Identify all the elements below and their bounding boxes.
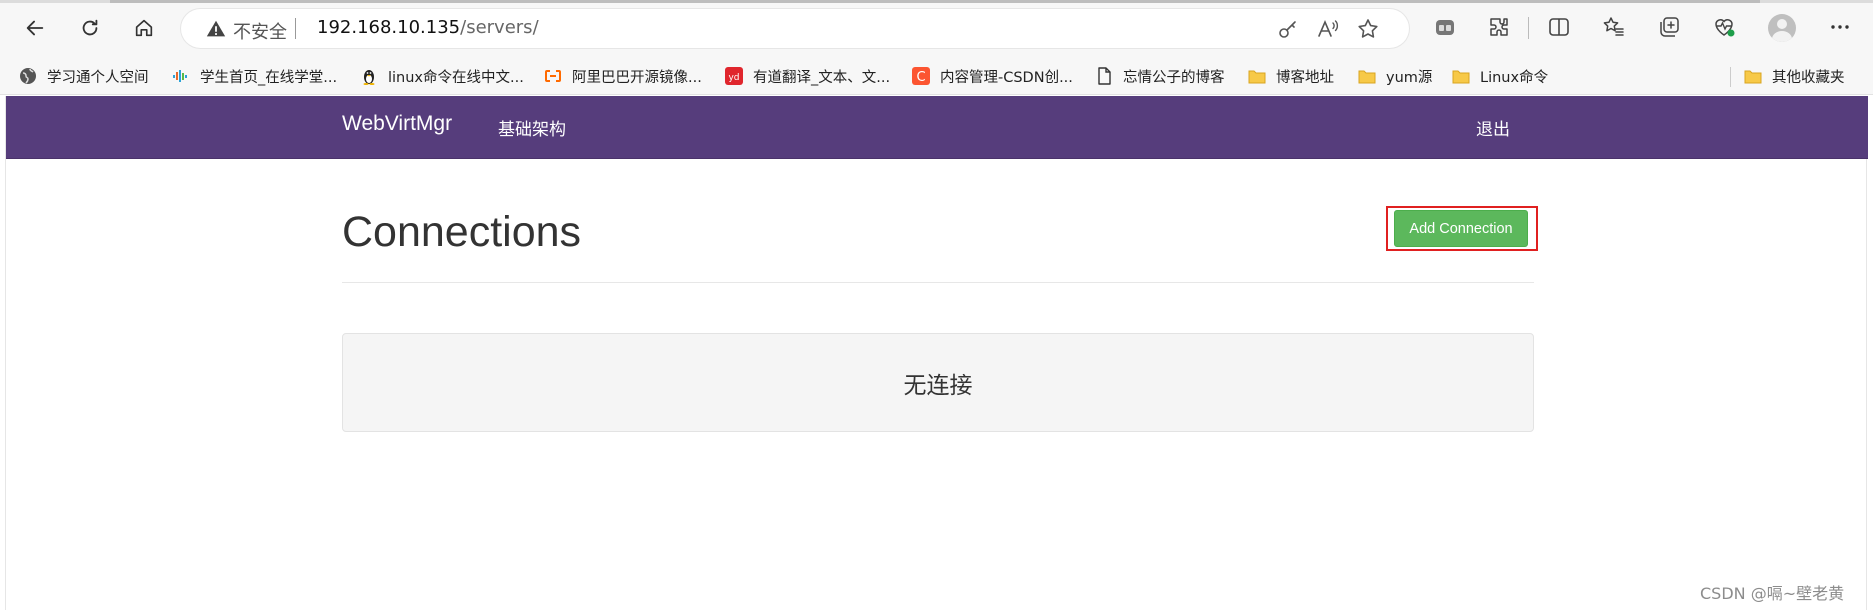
add-connection-button[interactable]: Add Connection	[1394, 210, 1528, 247]
bookmarks-bar: 学习通个人空间 学生首页_在线学堂... linux命令在线中文... 阿里巴巴…	[0, 57, 1873, 95]
bookmark-item[interactable]: C 内容管理-CSDN创...	[912, 64, 1073, 88]
toolbar-separator	[1528, 17, 1529, 39]
waveform-icon	[172, 67, 190, 85]
empty-state-panel: 无连接	[342, 333, 1534, 432]
bookmark-label: 学生首页_在线学堂...	[200, 69, 338, 86]
folder-icon	[1248, 67, 1266, 85]
logout-link[interactable]: 退出	[1476, 115, 1510, 140]
bookmark-label: yum源	[1386, 69, 1433, 86]
tab-actions-icon	[1436, 20, 1454, 35]
bookmark-label: linux命令在线中文...	[388, 69, 524, 86]
bookmark-item[interactable]: linux命令在线中文...	[360, 64, 524, 88]
warning-icon[interactable]	[205, 18, 227, 40]
home-button[interactable]	[129, 13, 159, 43]
favorite-star-icon[interactable]	[1356, 17, 1380, 41]
title-divider	[342, 282, 1534, 283]
empty-state-text: 无连接	[903, 372, 973, 399]
collections-button[interactable]	[1656, 14, 1682, 40]
collections-icon	[1660, 17, 1679, 37]
heart-pulse-icon	[1715, 19, 1735, 37]
back-arrow-icon	[26, 20, 44, 36]
puzzle-icon	[1490, 18, 1508, 36]
security-label[interactable]: 不安全	[233, 18, 287, 44]
bookmark-label: 内容管理-CSDN创...	[940, 69, 1073, 86]
bookmark-folder[interactable]: 博客地址	[1248, 64, 1334, 88]
folder-icon	[1452, 67, 1470, 85]
page-icon	[1095, 67, 1113, 85]
browser-toolbar: 不安全 192.168.10.135/servers/	[0, 0, 1873, 57]
folder-icon	[1358, 67, 1376, 85]
csdn-icon: C	[912, 67, 930, 85]
tab-strip	[0, 0, 1873, 3]
bookmark-label: 博客地址	[1276, 69, 1334, 86]
bookmarks-separator	[1730, 67, 1731, 87]
svg-text:yd: yd	[728, 73, 739, 83]
watermark: CSDN @嗝~壁老黄	[1700, 584, 1845, 603]
reload-icon	[82, 19, 98, 36]
key-icon[interactable]	[1276, 17, 1300, 41]
address-bar[interactable]: 不安全 192.168.10.135/servers/	[181, 9, 1409, 48]
bookmark-item[interactable]: 学习通个人空间	[19, 64, 149, 88]
bookmark-item[interactable]: 阿里巴巴开源镜像...	[544, 64, 702, 88]
bookmark-label: 学习通个人空间	[47, 69, 149, 86]
favorites-button[interactable]	[1601, 14, 1627, 40]
other-favorites-folder[interactable]: 其他收藏夹	[1744, 64, 1845, 88]
bookmark-item[interactable]: 忘情公子的博客	[1095, 64, 1225, 88]
read-aloud-icon[interactable]	[1316, 17, 1340, 41]
address-separator	[295, 18, 296, 39]
bookmark-label: Linux命令	[1480, 69, 1549, 86]
bookmark-item[interactable]: 学生首页_在线学堂...	[172, 64, 337, 88]
bookmark-folder[interactable]: yum源	[1358, 64, 1432, 88]
browser-essentials-button[interactable]	[1711, 14, 1737, 40]
more-menu-button[interactable]	[1827, 14, 1853, 40]
active-tab-edge[interactable]	[110, 0, 1760, 3]
url-path: /servers/	[460, 17, 539, 38]
page-title: Connections	[342, 208, 582, 256]
back-button[interactable]	[20, 13, 50, 43]
bookmark-label: 阿里巴巴开源镜像...	[572, 69, 702, 86]
aliyun-icon	[544, 67, 562, 85]
brand-logo[interactable]: WebVirtMgr	[342, 112, 452, 136]
bookmark-folder[interactable]: Linux命令	[1452, 64, 1548, 88]
split-screen-button[interactable]	[1546, 14, 1572, 40]
top-navbar: WebVirtMgr 基础架构 退出	[6, 96, 1868, 159]
folder-icon	[1744, 67, 1762, 85]
bookmark-label: 其他收藏夹	[1772, 69, 1845, 86]
split-screen-icon	[1549, 18, 1569, 36]
bookmark-label: 有道翻译_文本、文...	[753, 69, 891, 86]
globe-icon	[19, 67, 37, 85]
url-host: 192.168.10.135	[317, 17, 461, 38]
favorites-list-icon	[1603, 17, 1624, 36]
ellipsis-icon	[1831, 25, 1849, 29]
profile-avatar[interactable]	[1768, 14, 1796, 42]
penguin-icon	[360, 67, 378, 85]
tab-actions-button[interactable]	[1432, 14, 1458, 40]
bookmark-label: 忘情公子的博客	[1123, 69, 1225, 86]
nav-link-infrastructure[interactable]: 基础架构	[498, 115, 566, 140]
url-text[interactable]: 192.168.10.135/servers/	[317, 17, 539, 38]
svg-text:C: C	[916, 70, 925, 85]
reload-button[interactable]	[75, 13, 105, 43]
home-icon	[135, 19, 153, 37]
youdao-icon: yd	[725, 67, 743, 85]
extensions-button[interactable]	[1486, 14, 1512, 40]
bookmark-item[interactable]: yd 有道翻译_文本、文...	[725, 64, 890, 88]
web-page: WebVirtMgr 基础架构 退出 Connections Add Conne…	[5, 96, 1868, 610]
